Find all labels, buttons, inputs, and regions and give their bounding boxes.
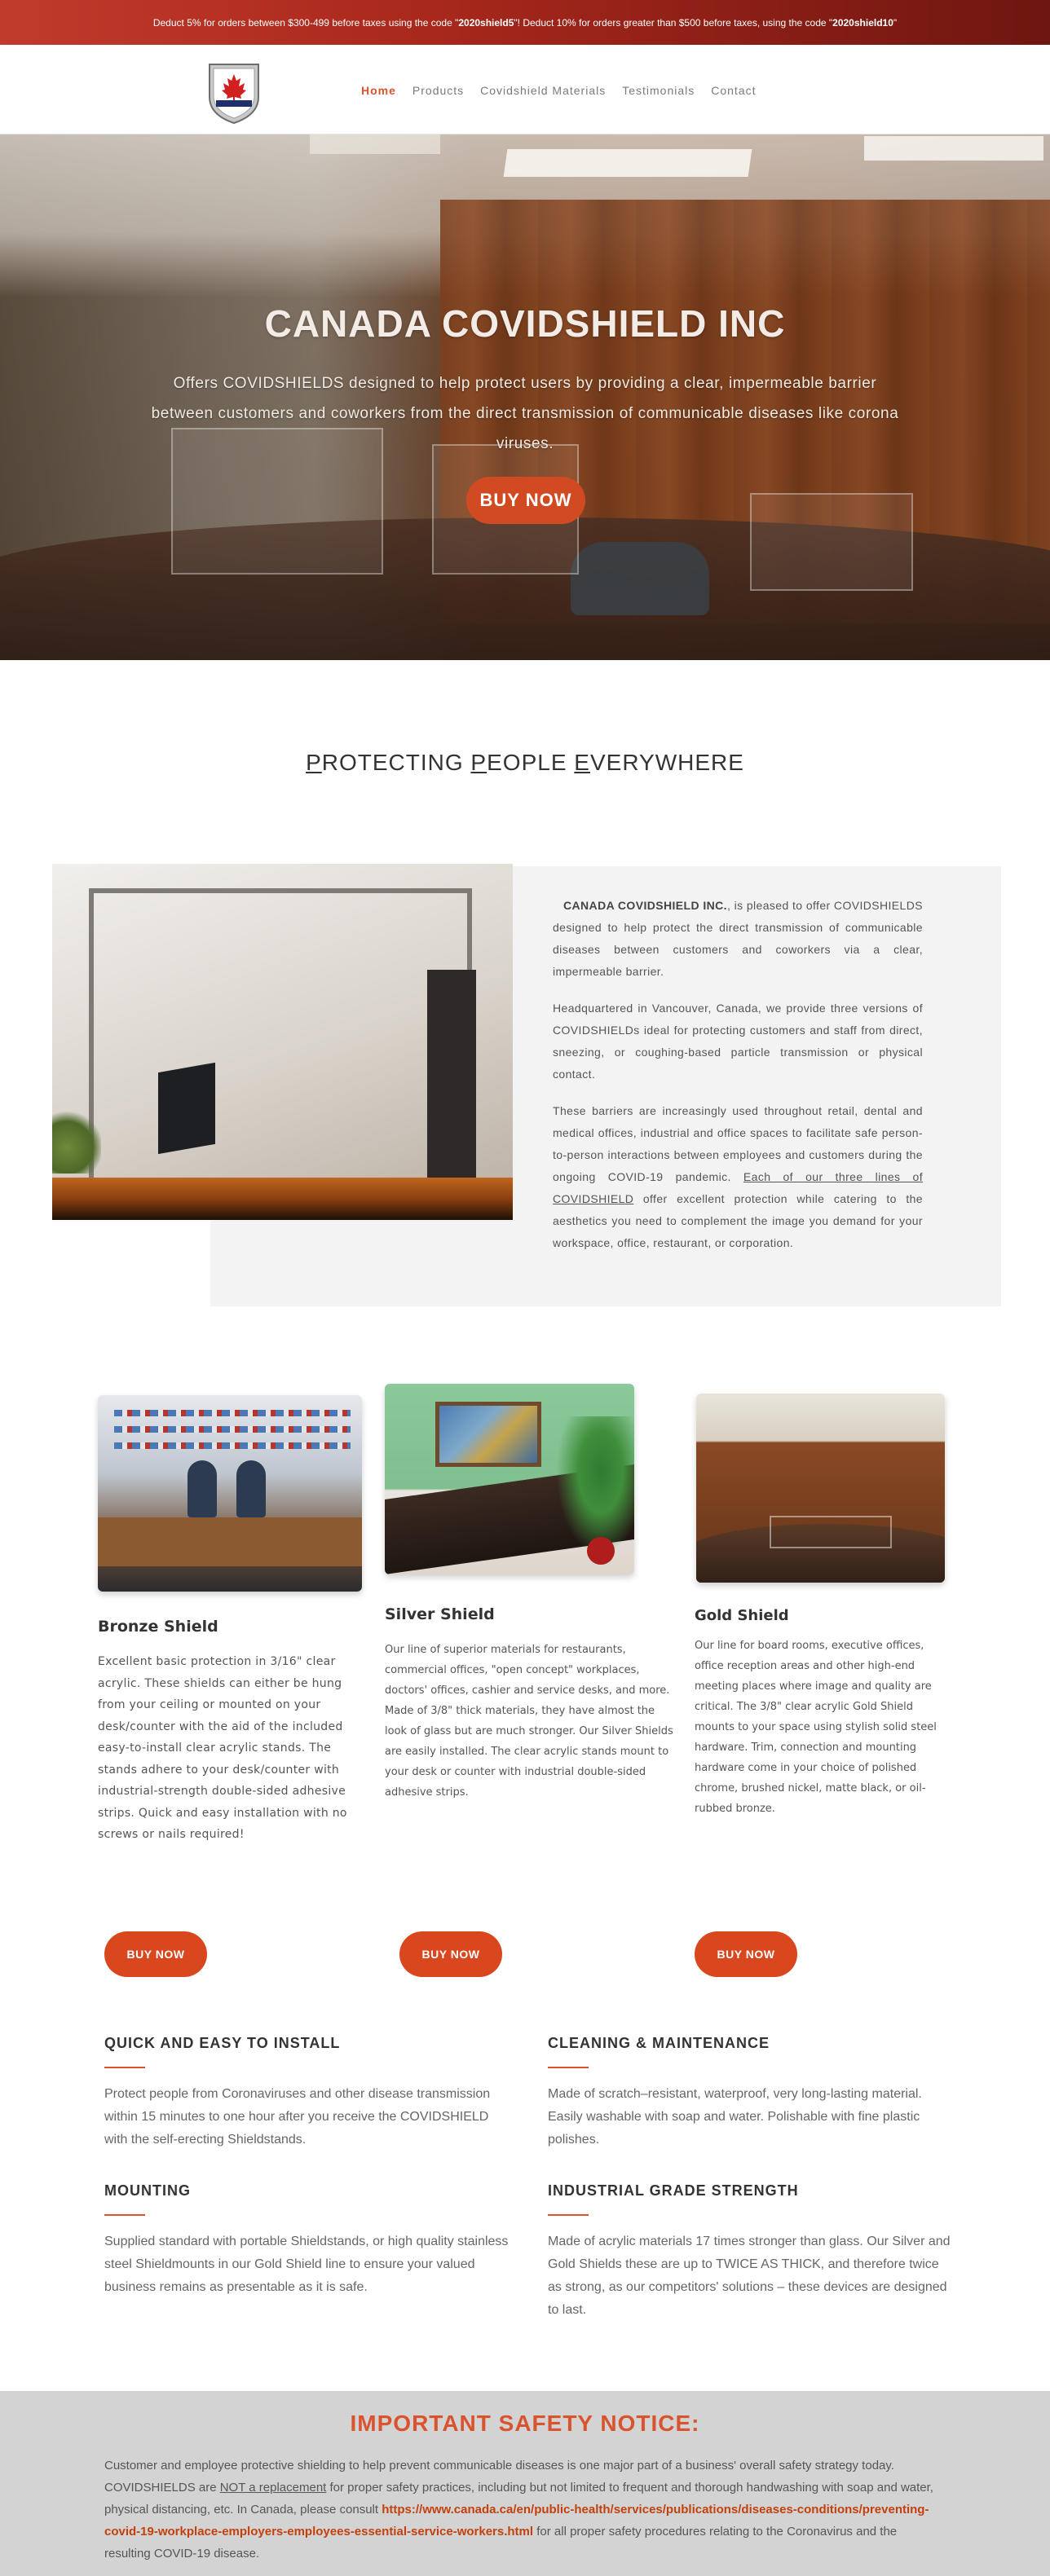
tagline-heading: PROTECTING PEOPLE EVERYWHERE (0, 750, 1050, 776)
bronze-shield-title: Bronze Shield (98, 1618, 218, 1636)
feature-divider (548, 2214, 589, 2216)
plant-pot (587, 1537, 615, 1565)
hero-buy-now-button[interactable]: BUY NOW (466, 477, 585, 524)
feature-divider (104, 2067, 145, 2068)
hero-ceiling-light (864, 136, 1043, 161)
about-paragraph-3: These barriers are increasingly used thr… (553, 1100, 923, 1254)
bronze-shield-description: Excellent basic protection in 3/16" clea… (98, 1655, 347, 1841)
tagline-word-2: EOPLE (487, 750, 575, 775)
pharmacy-shelf (114, 1410, 351, 1416)
silver-shield-description: Our line of superior materials for resta… (385, 1644, 673, 1799)
about-shield-photo (52, 864, 513, 1220)
safety-notice-title: IMPORTANT SAFETY NOTICE: (350, 2411, 700, 2436)
about-paragraph-2: Headquartered in Vancouver, Canada, we p… (553, 1002, 923, 1081)
feature-divider (548, 2067, 589, 2068)
hero-title: CANADA COVIDSHIELD INC (264, 302, 786, 345)
photo-counter (52, 1178, 513, 1220)
bronze-buy-now-button[interactable]: BUY NOW (104, 1931, 207, 1977)
gold-shield-photo (696, 1394, 945, 1583)
gold-shield-description: Our line for board rooms, executive offi… (695, 1640, 937, 1815)
feature-title: CLEANING & MAINTENANCE (548, 2035, 770, 2051)
nav-testimonials[interactable]: Testimonials (622, 84, 695, 97)
feature-mounting: MOUNTING Supplied standard with portable… (104, 2182, 512, 2299)
boardroom-glass (770, 1516, 892, 1548)
feature-cleaning: CLEANING & MAINTENANCE Made of scratch–r… (548, 2035, 955, 2151)
feature-text: Protect people from Coronaviruses and ot… (104, 2087, 491, 2147)
tagline-initial-p: P (306, 750, 322, 775)
tagline-initial-e: E (574, 750, 590, 775)
about-text: CANADA COVIDSHIELD INC., is pleased to o… (553, 895, 923, 1269)
feature-text: Supplied standard with portable Shieldst… (104, 2235, 509, 2294)
hero-ceiling-light (503, 149, 752, 177)
shield-frame (89, 888, 472, 1198)
main-nav: Home Products Covidshield Materials Test… (361, 84, 757, 97)
promo-text-1: Deduct 5% for orders between $300-499 be… (152, 16, 459, 29)
promo-code-1: 2020shield5 (458, 16, 514, 29)
feature-strength: INDUSTRIAL GRADE STRENGTH Made of acryli… (548, 2182, 955, 2322)
pharmacy-staff (236, 1460, 266, 1517)
gold-shield-title: Gold Shield (695, 1607, 789, 1624)
feature-title: QUICK AND EASY TO INSTALL (104, 2035, 341, 2051)
feature-text: Made of acrylic materials 17 times stron… (548, 2235, 951, 2317)
gold-buy-now-button[interactable]: BUY NOW (695, 1931, 797, 1977)
silver-shield-title: Silver Shield (385, 1605, 495, 1623)
silver-buy-now-button[interactable]: BUY NOW (399, 1931, 502, 1977)
reception-plant (556, 1416, 634, 1555)
hero-ceiling-light (310, 134, 440, 154)
pharmacy-staff (188, 1460, 217, 1517)
promo-bar: Deduct 5% for orders between $300-499 be… (0, 0, 1050, 45)
pharmacy-counter (98, 1517, 362, 1566)
feature-install: QUICK AND EASY TO INSTALL Protect people… (104, 2035, 512, 2151)
nav-home[interactable]: Home (361, 84, 396, 97)
nav-contact[interactable]: Contact (711, 84, 756, 97)
feature-text: Made of scratch–resistant, waterproof, v… (548, 2087, 922, 2147)
notice-not-replacement: NOT a replacement (219, 2481, 327, 2495)
hero-office-chair (571, 542, 709, 615)
photo-monitor (158, 1062, 215, 1155)
site-header: Home Products Covidshield Materials Test… (0, 45, 1050, 134)
promo-text-2: "! Deduct 10% for orders greater than $5… (514, 16, 833, 29)
company-name: CANADA COVIDSHIELD INC. (563, 899, 727, 912)
feature-title: INDUSTRIAL GRADE STRENGTH (548, 2182, 799, 2199)
safety-notice: IMPORTANT SAFETY NOTICE: Customer and em… (0, 2391, 1050, 2576)
feature-title: MOUNTING (104, 2182, 191, 2199)
pharmacy-shelf (114, 1426, 351, 1433)
maple-leaf-shield-logo[interactable] (205, 61, 262, 125)
hero-section: CANADA COVIDSHIELD INC Offers COVIDSHIEL… (0, 134, 1050, 660)
about-paragraph-1: CANADA COVIDSHIELD INC., is pleased to o… (553, 895, 923, 983)
tagline-word-1: ROTECTING (321, 750, 471, 775)
hero-content: CANADA COVIDSHIELD INC Offers COVIDSHIEL… (0, 302, 1050, 459)
tagline-initial-p2: P (470, 750, 488, 775)
feature-divider (104, 2214, 145, 2216)
safety-notice-text: Customer and employee protective shieldi… (104, 2455, 936, 2565)
pharmacy-shelf (114, 1442, 351, 1449)
hero-glass-shield (750, 493, 913, 591)
hero-subtitle: Offers COVIDSHIELDS designed to help pro… (151, 375, 899, 452)
photo-plant (52, 1108, 101, 1174)
tagline-word-3: VERYWHERE (589, 750, 744, 775)
silver-shield-photo (385, 1384, 634, 1574)
photo-wall (427, 970, 476, 1182)
promo-code-2: 2020shield10 (832, 16, 893, 29)
nav-covidshield-materials[interactable]: Covidshield Materials (480, 84, 606, 97)
bronze-shield-photo (98, 1395, 362, 1592)
nav-products[interactable]: Products (412, 84, 464, 97)
promo-text-3: " (893, 16, 898, 29)
world-map-picture (435, 1402, 541, 1467)
